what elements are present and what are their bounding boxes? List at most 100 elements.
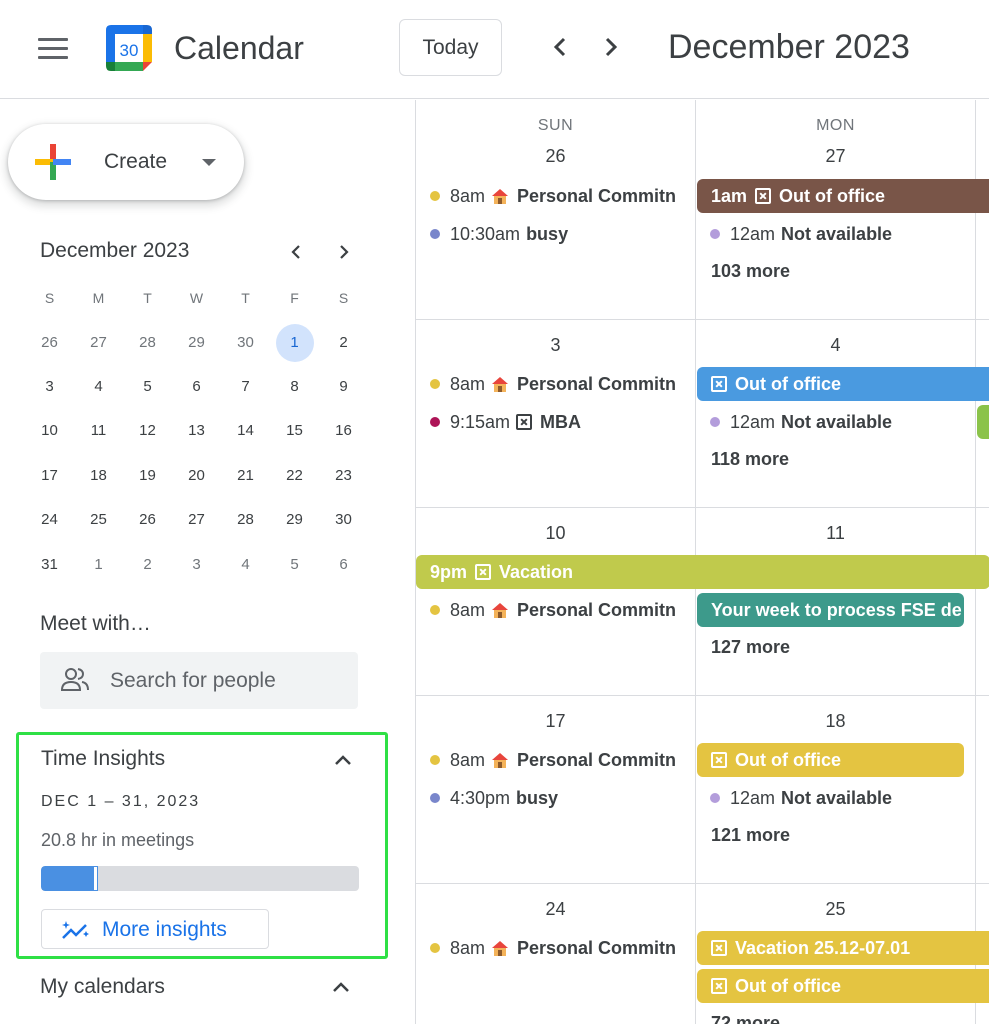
day-number[interactable]: 3 xyxy=(416,335,695,356)
chevron-up-icon[interactable] xyxy=(331,749,355,773)
event-item[interactable]: 8am Personal Commitn xyxy=(430,593,692,627)
mini-day[interactable]: 2 xyxy=(319,324,368,362)
mini-day[interactable]: 25 xyxy=(74,501,123,539)
event-item[interactable]: 8am Personal Commitn xyxy=(430,743,692,777)
search-people-input[interactable]: Search for people xyxy=(40,652,358,709)
current-period-title: December 2023 xyxy=(668,28,910,66)
day-number[interactable]: 25 xyxy=(696,899,975,920)
event-item[interactable]: 12am Not available xyxy=(710,781,972,815)
mini-day[interactable]: 15 xyxy=(270,412,319,450)
mini-day[interactable]: 30 xyxy=(221,324,270,362)
mini-day[interactable]: 29 xyxy=(270,501,319,539)
house-icon xyxy=(492,377,509,392)
more-events-link[interactable]: 103 more xyxy=(711,261,790,282)
create-button[interactable]: Create xyxy=(8,124,244,200)
main-menu-icon[interactable] xyxy=(38,38,68,60)
today-button[interactable]: Today xyxy=(399,19,502,76)
mini-day[interactable]: 29 xyxy=(172,324,221,362)
my-calendars-chevron-up-icon[interactable] xyxy=(329,976,353,1000)
event-item[interactable]: 12am Not available xyxy=(710,405,972,439)
mini-day[interactable]: 10 xyxy=(25,412,74,450)
day-number[interactable]: 24 xyxy=(416,899,695,920)
mini-chevron-right-icon[interactable] xyxy=(332,240,356,264)
mini-day[interactable]: 22 xyxy=(270,457,319,495)
more-events-link[interactable]: 72 more xyxy=(711,1013,780,1024)
app-title: Calendar xyxy=(174,30,304,66)
mini-day[interactable]: 31 xyxy=(25,546,74,584)
mini-day[interactable]: 4 xyxy=(74,368,123,406)
event-chip-partial[interactable] xyxy=(977,405,989,439)
mini-day[interactable]: 26 xyxy=(123,501,172,539)
caret-down-icon[interactable] xyxy=(202,159,216,166)
mini-day[interactable]: 16 xyxy=(319,412,368,450)
mini-day[interactable]: 27 xyxy=(74,324,123,362)
mini-day[interactable]: 2 xyxy=(123,546,172,584)
mini-day[interactable]: 7 xyxy=(221,368,270,406)
event-chip[interactable]: Your week to process FSE dе xyxy=(697,593,964,627)
mini-day[interactable]: 1 xyxy=(74,546,123,584)
mini-day[interactable]: 28 xyxy=(221,501,270,539)
mini-day[interactable]: 6 xyxy=(319,546,368,584)
mini-day[interactable]: 28 xyxy=(123,324,172,362)
more-events-link[interactable]: 127 more xyxy=(711,637,790,658)
event-chip[interactable]: Out of office xyxy=(697,969,989,1003)
event-chip[interactable]: Out of office xyxy=(697,743,964,777)
mini-day[interactable]: 26 xyxy=(25,324,74,362)
mini-day[interactable]: 1 xyxy=(270,323,319,362)
day-number[interactable]: 27 xyxy=(696,146,975,167)
event-item[interactable]: 12am Not available xyxy=(710,217,972,251)
mini-day[interactable]: 30 xyxy=(319,501,368,539)
mini-day[interactable]: 8 xyxy=(270,368,319,406)
mini-day[interactable]: 14 xyxy=(221,412,270,450)
mini-day-number: 25 xyxy=(90,511,107,529)
mini-day-number: 27 xyxy=(188,511,205,529)
event-item[interactable]: 8am Personal Commitn xyxy=(430,367,692,401)
more-events-link[interactable]: 121 more xyxy=(711,825,790,846)
calendar-logo-icon[interactable]: 30 xyxy=(103,22,155,74)
mini-day[interactable]: 17 xyxy=(25,457,74,495)
day-number[interactable]: 26 xyxy=(416,146,695,167)
event-item[interactable]: 8am Personal Commitn xyxy=(430,179,692,213)
mini-day[interactable]: 5 xyxy=(270,546,319,584)
mini-day[interactable]: 20 xyxy=(172,457,221,495)
event-item[interactable]: 8am Personal Commitn xyxy=(430,931,692,965)
event-item[interactable]: 10:30am busy xyxy=(430,217,692,251)
mini-day-number: 20 xyxy=(188,466,205,484)
event-chip[interactable]: 1am Out of office xyxy=(697,179,989,213)
event-chip[interactable]: Out of office xyxy=(697,367,989,401)
mini-day[interactable]: 4 xyxy=(221,546,270,584)
event-chip-time: 1am xyxy=(711,185,748,206)
mini-day[interactable]: 9 xyxy=(319,368,368,406)
event-chip[interactable]: 9pm Vacation xyxy=(416,555,989,589)
mini-day[interactable]: 12 xyxy=(123,412,172,450)
mini-day[interactable]: 3 xyxy=(172,546,221,584)
day-number[interactable]: 18 xyxy=(696,711,975,732)
mini-day[interactable]: 23 xyxy=(319,457,368,495)
mini-day[interactable]: 27 xyxy=(172,501,221,539)
day-number[interactable]: 4 xyxy=(696,335,975,356)
mini-day[interactable]: 24 xyxy=(25,501,74,539)
mini-day-number: 30 xyxy=(335,511,352,529)
chevron-right-icon[interactable] xyxy=(596,32,626,62)
mini-day-number: 29 xyxy=(286,511,303,529)
mini-chevron-left-icon[interactable] xyxy=(284,240,308,264)
more-events-link[interactable]: 118 more xyxy=(711,449,789,470)
event-item[interactable]: 9:15am MBA xyxy=(430,405,692,439)
more-insights-button[interactable]: More insights xyxy=(41,909,269,949)
mini-day[interactable]: 18 xyxy=(74,457,123,495)
mini-day[interactable]: 6 xyxy=(172,368,221,406)
day-number[interactable]: 10 xyxy=(416,523,695,544)
mini-day[interactable]: 13 xyxy=(172,412,221,450)
chevron-left-icon[interactable] xyxy=(545,32,575,62)
day-number[interactable]: 11 xyxy=(696,523,975,544)
mini-day[interactable]: 19 xyxy=(123,457,172,495)
day-number[interactable]: 17 xyxy=(416,711,695,732)
event-item[interactable]: 4:30pm busy xyxy=(430,781,692,815)
mini-day[interactable]: 11 xyxy=(74,412,123,450)
mini-day-number: 19 xyxy=(139,466,156,484)
mini-day[interactable]: 21 xyxy=(221,457,270,495)
event-title: MBA xyxy=(540,411,582,432)
mini-day[interactable]: 3 xyxy=(25,368,74,406)
mini-day[interactable]: 5 xyxy=(123,368,172,406)
event-chip[interactable]: Vacation 25.12-07.01 xyxy=(697,931,989,965)
